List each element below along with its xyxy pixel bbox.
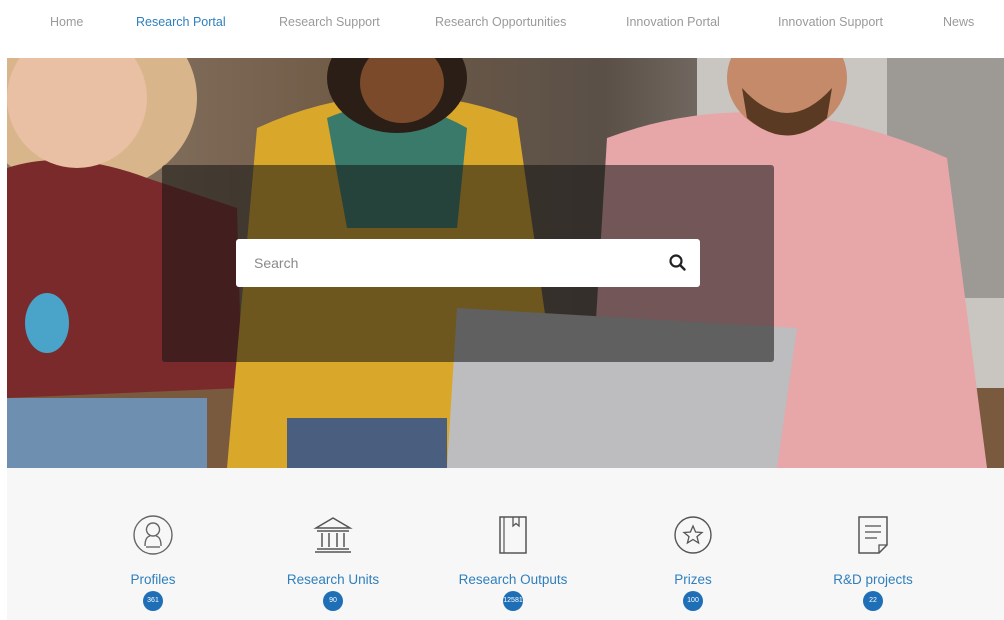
count-badge: 361 bbox=[143, 591, 163, 611]
stat-label: Research Outputs bbox=[458, 572, 568, 587]
stat-research-units[interactable]: Research Units 90 bbox=[243, 468, 423, 620]
stat-label: R&D projects bbox=[833, 572, 913, 587]
stat-label: Profiles bbox=[130, 572, 176, 587]
stat-research-outputs[interactable]: Research Outputs 12581 bbox=[423, 468, 603, 620]
nav-item-research-portal[interactable]: Research Portal bbox=[136, 15, 226, 29]
institution-icon bbox=[311, 513, 355, 557]
stat-rd-projects[interactable]: R&D projects 22 bbox=[783, 468, 963, 620]
profile-icon bbox=[131, 513, 175, 557]
count-badge: 100 bbox=[683, 591, 703, 611]
search-box bbox=[236, 239, 700, 287]
nav-item-innovation-portal[interactable]: Innovation Portal bbox=[626, 15, 720, 29]
count-badge: 12581 bbox=[503, 591, 523, 611]
top-navigation: Home Research Portal Research Support Re… bbox=[0, 0, 1004, 46]
hero-banner bbox=[7, 58, 1004, 468]
nav-item-innovation-support[interactable]: Innovation Support bbox=[778, 15, 883, 29]
search-input[interactable] bbox=[236, 239, 656, 287]
nav-item-news[interactable]: News bbox=[943, 15, 974, 29]
book-icon bbox=[491, 513, 535, 557]
count-badge: 90 bbox=[323, 591, 343, 611]
star-icon bbox=[671, 513, 715, 557]
stat-label: Research Units bbox=[286, 572, 380, 587]
nav-item-research-opportunities[interactable]: Research Opportunities bbox=[435, 15, 566, 29]
stats-section: Profiles 361 Research Units 90 Research … bbox=[7, 468, 1004, 620]
stat-profiles[interactable]: Profiles 361 bbox=[63, 468, 243, 620]
count-badge: 22 bbox=[863, 591, 883, 611]
stat-prizes[interactable]: Prizes 100 bbox=[603, 468, 783, 620]
document-icon bbox=[851, 513, 895, 557]
search-icon[interactable] bbox=[666, 251, 690, 275]
nav-item-home[interactable]: Home bbox=[50, 15, 83, 29]
stat-label: Prizes bbox=[674, 572, 712, 587]
nav-item-research-support[interactable]: Research Support bbox=[279, 15, 380, 29]
